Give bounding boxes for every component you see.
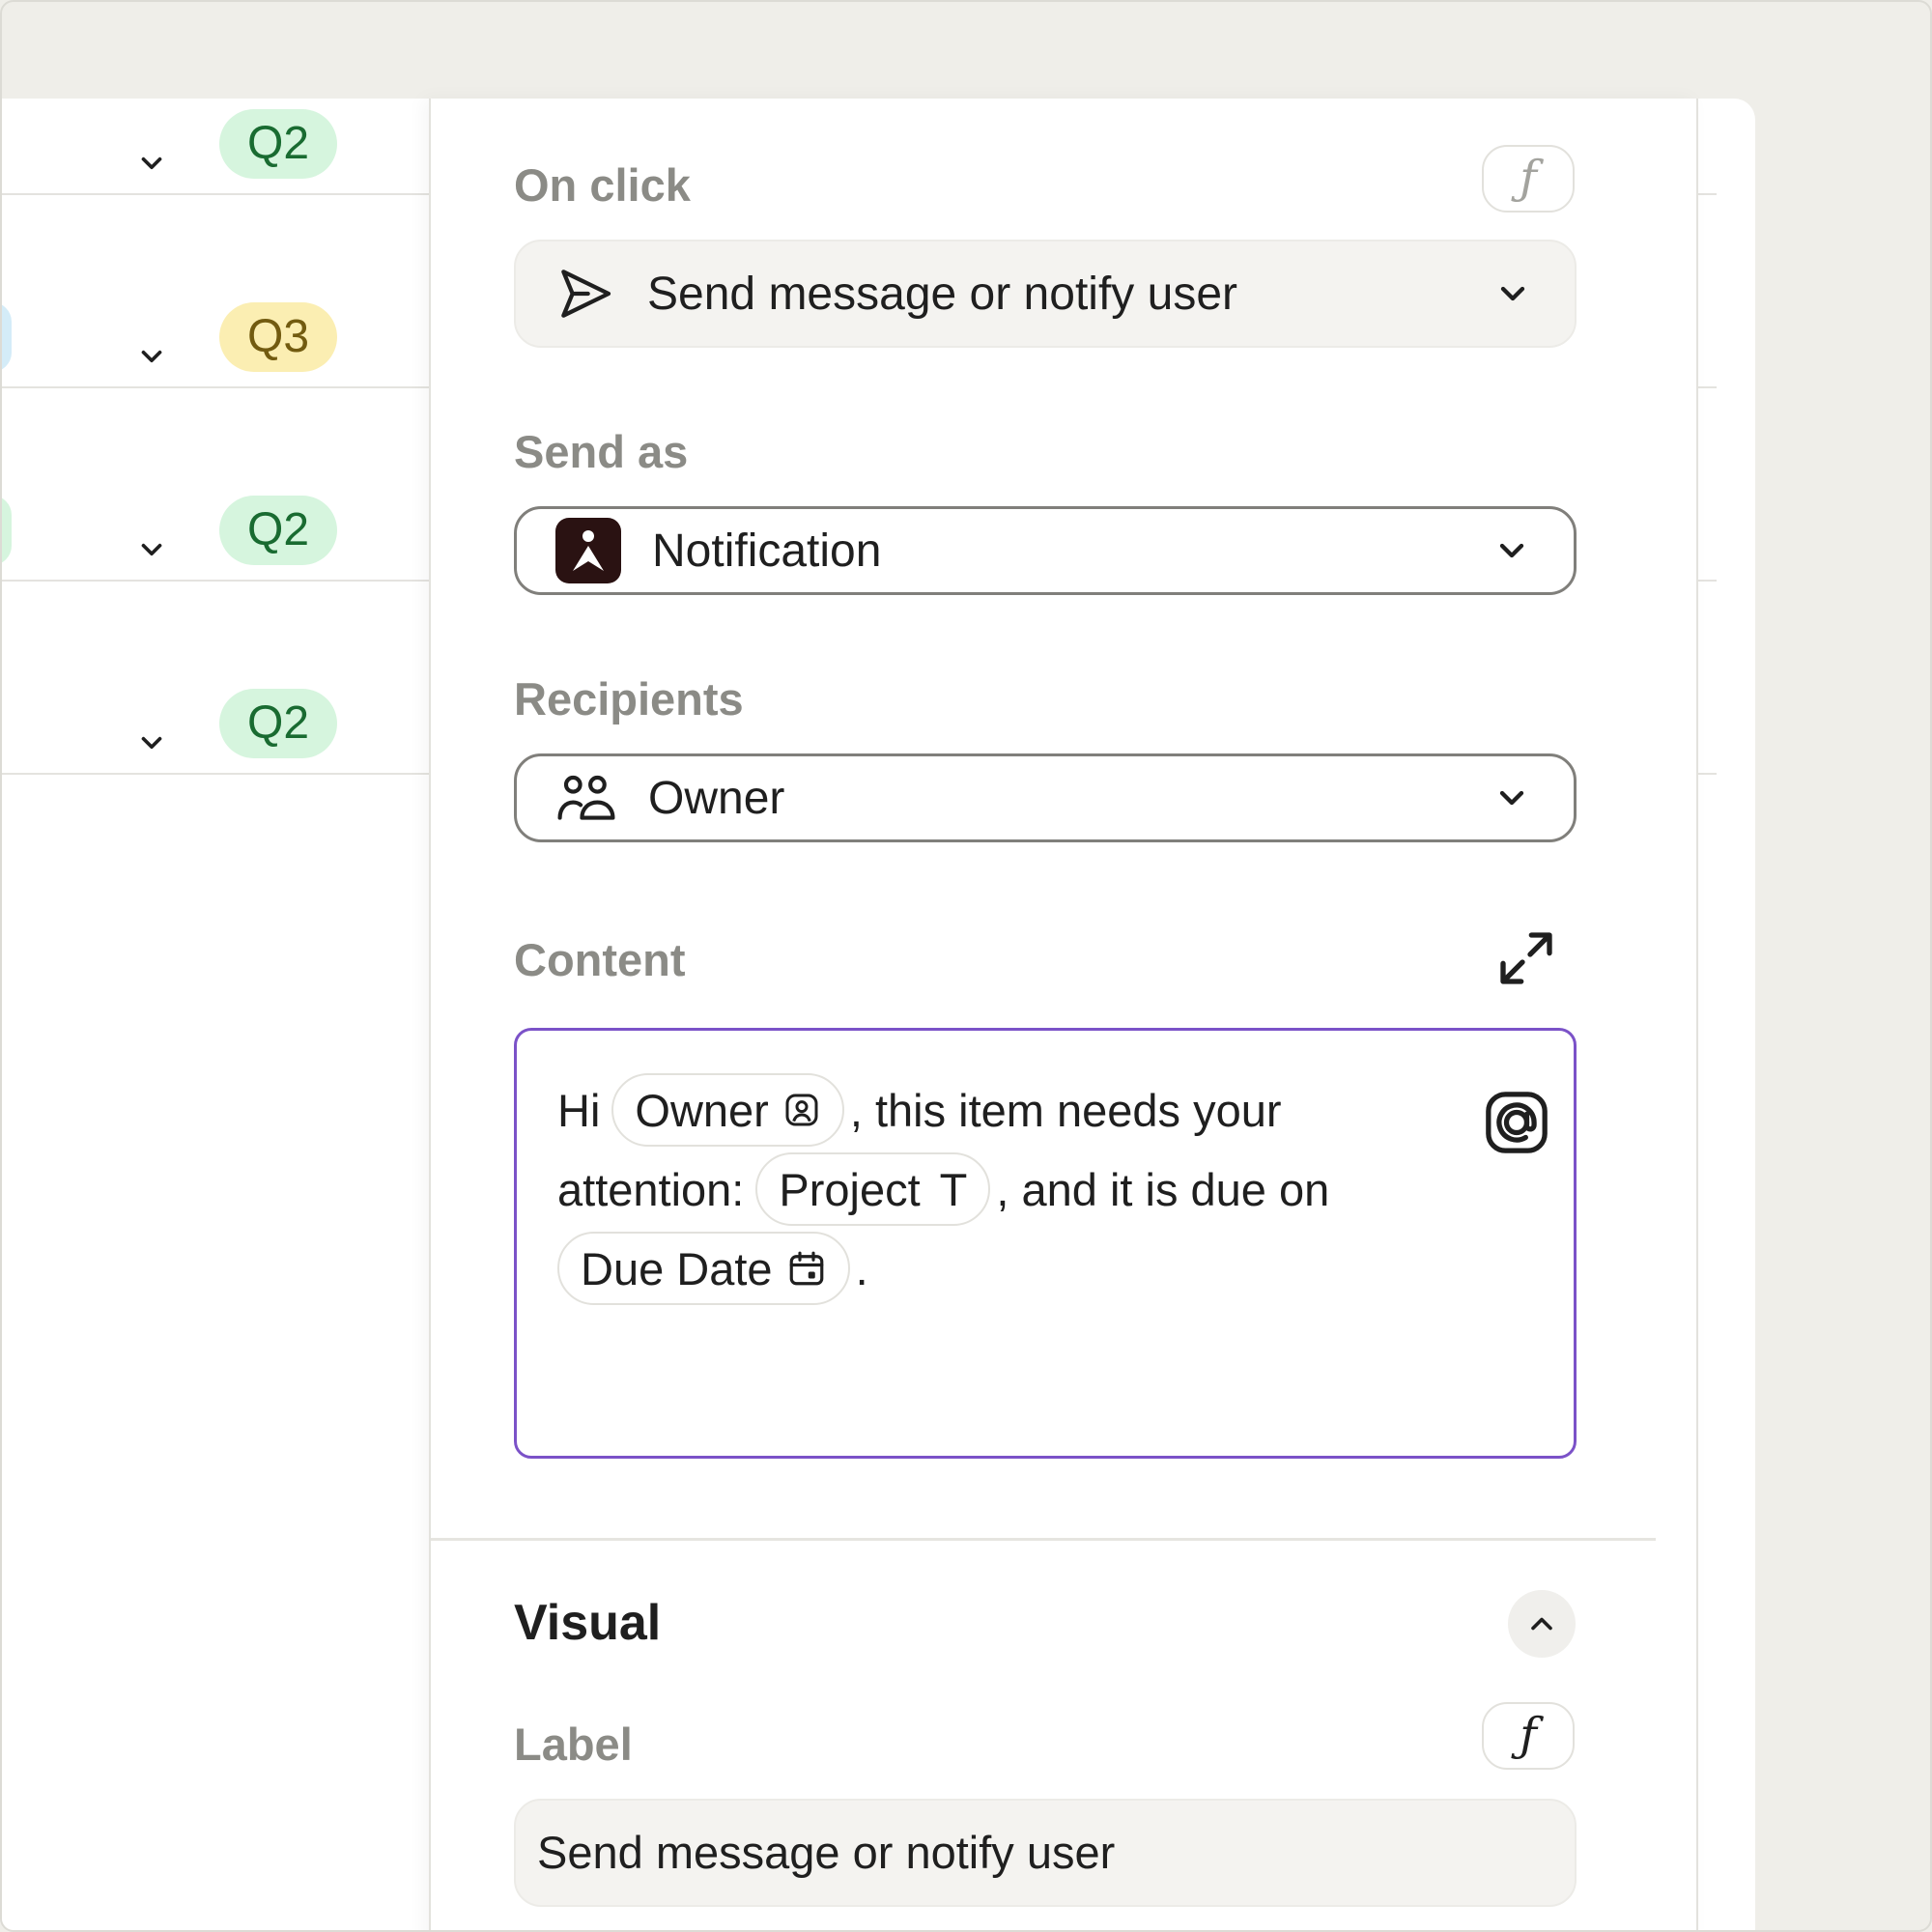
recipients-label: Recipients	[514, 673, 744, 724]
editor-text: , and it is due on	[996, 1163, 1330, 1215]
expand-icon[interactable]	[1495, 927, 1557, 989]
send-as-select[interactable]: Notification	[514, 506, 1577, 595]
quarter-badge: Q2	[219, 689, 337, 758]
editor-line-2: attention: Project T , and it is due on	[557, 1152, 1329, 1226]
send-as-label: Send as	[514, 426, 689, 477]
recipients-select[interactable]: Owner	[514, 753, 1577, 842]
formula-button[interactable]: ƒ	[1482, 1702, 1575, 1770]
formula-button[interactable]: ƒ	[1482, 145, 1575, 213]
mention-icon[interactable]	[1483, 1089, 1550, 1156]
owner-token[interactable]: Owner	[611, 1073, 844, 1147]
chevron-down-icon[interactable]	[135, 533, 168, 566]
content-label: Content	[514, 934, 686, 985]
collapse-button[interactable]	[1508, 1590, 1576, 1658]
visual-section-title: Visual	[514, 1595, 662, 1651]
project-token-label: Project	[779, 1163, 921, 1215]
owner-token-label: Owner	[635, 1084, 769, 1136]
person-icon	[785, 1094, 818, 1126]
project-token[interactable]: Project T	[755, 1152, 991, 1226]
editor-text: .	[855, 1242, 868, 1294]
app-frame: Q2 Q3 Q2 Q2 On click ƒ Send message or n…	[0, 0, 1932, 1932]
send-as-value: Notification	[652, 525, 882, 577]
chevron-down-icon	[1500, 286, 1525, 301]
editor-text: , this item needs your	[849, 1084, 1282, 1136]
editor-text: attention:	[557, 1163, 745, 1215]
calendar-icon	[789, 1251, 823, 1286]
due-date-token-label: Due Date	[581, 1242, 773, 1294]
chevron-down-icon[interactable]	[135, 340, 168, 373]
action-value: Send message or notify user	[647, 268, 1237, 320]
editor-text: Hi	[557, 1084, 601, 1136]
content-editor[interactable]: Hi Owner , this item needs your attentio…	[514, 1028, 1577, 1459]
due-date-token[interactable]: Due Date	[557, 1232, 850, 1305]
action-select[interactable]: Send message or notify user	[514, 240, 1577, 348]
properties-panel: On click ƒ Send message or notify user S…	[429, 99, 1698, 1930]
quarter-badge: Q2	[219, 109, 337, 179]
recipients-value: Owner	[648, 772, 785, 824]
send-icon	[561, 270, 611, 318]
quarter-badge: Q3	[219, 302, 337, 372]
label-field-label: Label	[514, 1719, 633, 1770]
app-logo-icon	[555, 518, 621, 583]
chevron-down-icon	[1499, 543, 1524, 558]
editor-line-1: Hi Owner , this item needs your	[557, 1073, 1282, 1147]
quarter-badge: Q2	[219, 496, 337, 565]
people-icon	[557, 775, 615, 820]
chevron-down-icon	[1499, 790, 1524, 806]
label-input[interactable]: Send message or notify user	[514, 1799, 1577, 1907]
status-dot	[2, 302, 12, 372]
chevron-down-icon[interactable]	[135, 726, 168, 759]
chevron-up-icon	[1531, 1617, 1552, 1631]
editor-line-3: Due Date .	[557, 1232, 868, 1305]
text-type-icon: T	[939, 1163, 968, 1215]
chevron-down-icon[interactable]	[135, 147, 168, 180]
on-click-label: On click	[514, 159, 691, 211]
section-divider	[431, 1538, 1656, 1541]
status-dot	[2, 496, 12, 565]
